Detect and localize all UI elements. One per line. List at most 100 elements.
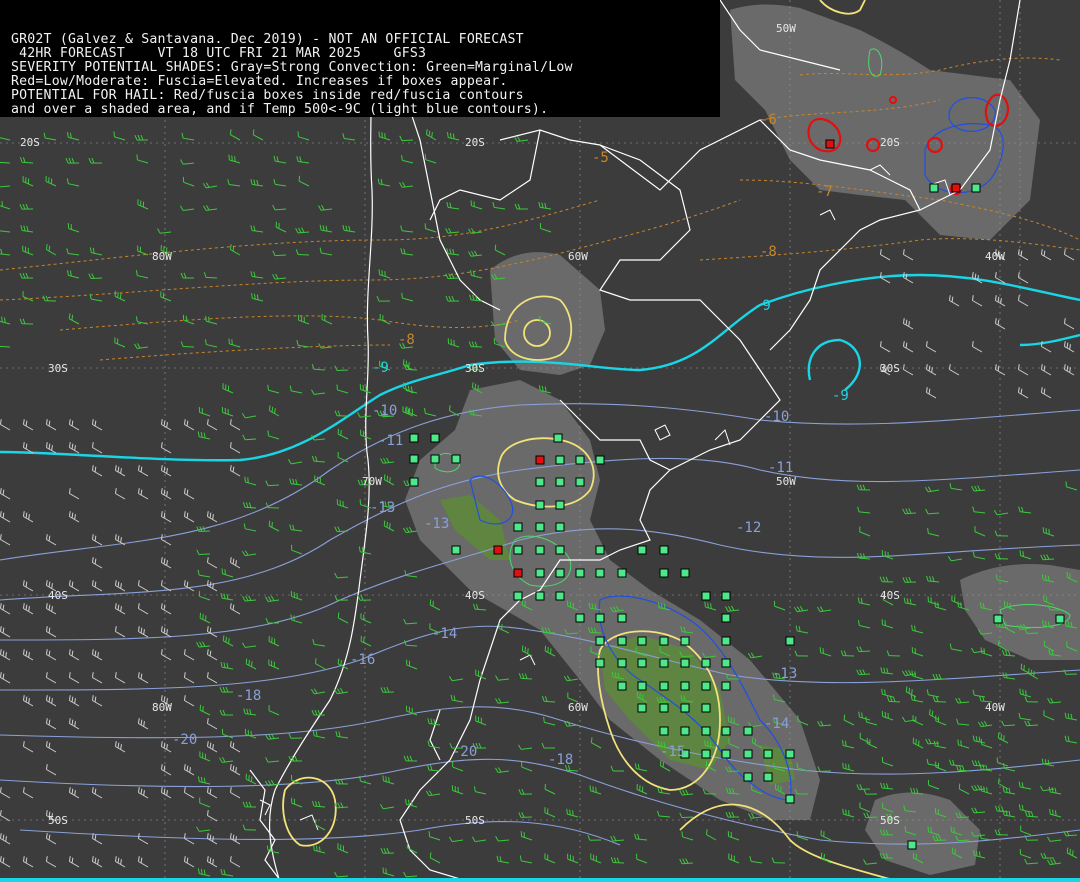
isotherm-label: -14 (764, 716, 789, 732)
severity-box-green (553, 433, 563, 443)
wind-barb (948, 364, 960, 376)
wind-barb (45, 244, 57, 256)
severity-box-green (680, 658, 690, 668)
wind-barb (519, 855, 533, 864)
wind-barb (183, 419, 195, 431)
wind-barb (183, 856, 195, 868)
wind-barb (473, 786, 487, 795)
severity-box-green (575, 613, 585, 623)
wind-barb (228, 338, 241, 348)
wind-barb (206, 511, 218, 523)
wind-barb (0, 787, 11, 799)
wind-barb (135, 270, 149, 279)
wind-barb (311, 800, 326, 808)
wind-barb (452, 761, 464, 772)
wind-barb (334, 802, 349, 809)
wind-barb (137, 199, 149, 210)
wind-barb (979, 833, 993, 841)
severity-box-green (659, 658, 669, 668)
wind-barb (1063, 364, 1075, 376)
header-hail-note: POTENTIAL FOR HAIL: Red/fuscia boxes ins… (11, 88, 524, 103)
wind-barb (382, 775, 395, 785)
wind-barb (114, 672, 126, 684)
wind-barb (289, 478, 303, 486)
wind-barb (45, 442, 57, 454)
wind-barb (949, 759, 963, 767)
wind-barb (880, 667, 894, 675)
severity-box-green (785, 794, 795, 804)
wind-barb (219, 686, 234, 693)
wind-barb (468, 228, 483, 234)
wind-barb (771, 857, 786, 864)
severity-box-green (535, 500, 545, 510)
wind-barb (137, 465, 149, 477)
wind-barb (634, 833, 648, 841)
wind-barb (137, 787, 149, 799)
wind-barb (272, 273, 287, 280)
isotherm-label: -18 (236, 688, 261, 704)
grid-label: 30S (48, 362, 68, 375)
wind-barb (971, 784, 986, 791)
wind-barb (266, 845, 280, 854)
wind-barb (1064, 735, 1078, 744)
isotherm-label: -8 (760, 244, 777, 260)
wind-barb (180, 272, 195, 279)
wind-barb (1017, 272, 1029, 284)
wind-barb (157, 228, 172, 234)
wind-barb (886, 650, 901, 657)
severity-box-green (637, 681, 647, 691)
wind-barb (360, 635, 372, 647)
wind-barb (403, 639, 418, 647)
wind-barb (1040, 364, 1052, 376)
wind-barb (197, 431, 211, 440)
severity-box-green (659, 545, 669, 555)
wind-barb (311, 455, 326, 463)
wind-barb (288, 733, 303, 739)
wind-barb (67, 223, 80, 233)
severity-box-green (409, 454, 419, 464)
wind-barb (334, 526, 349, 533)
wind-barb (199, 751, 211, 762)
wind-barb (843, 714, 855, 726)
wind-barb (0, 672, 11, 684)
wind-barb (796, 831, 809, 841)
wind-barb (244, 476, 257, 486)
wind-barb (206, 810, 218, 822)
grid-label: 50W (776, 475, 796, 488)
wind-barb (994, 295, 1006, 307)
wind-barb (295, 249, 310, 256)
severity-box-green (701, 658, 711, 668)
grid-label: 30S (880, 362, 900, 375)
wind-barb (196, 826, 211, 832)
severity-box-green (680, 726, 690, 736)
wind-barb (857, 506, 871, 514)
severity-box-green (743, 772, 753, 782)
wind-barb (137, 672, 149, 684)
grid-label: 20S (20, 136, 40, 149)
wind-barb (334, 572, 349, 579)
wind-barb (66, 178, 80, 187)
isotherm-label: -16 (350, 652, 375, 668)
severity-box-green (535, 568, 545, 578)
severity-box-green (680, 568, 690, 578)
wind-barb (380, 847, 395, 854)
wind-barb (949, 643, 963, 652)
wind-barb (450, 694, 464, 703)
wind-barb (947, 556, 963, 562)
wind-barb (1019, 688, 1032, 698)
wind-barb (219, 757, 234, 763)
wind-barb (816, 606, 832, 613)
wind-barb (88, 273, 103, 280)
wind-barb (881, 688, 894, 698)
wind-barb (1017, 387, 1029, 399)
wind-barb (958, 783, 970, 795)
wind-barb (927, 779, 940, 790)
wind-barb (221, 568, 234, 578)
wind-barb (494, 244, 506, 256)
wind-barb (856, 552, 871, 560)
wind-barb (22, 176, 34, 187)
wind-barb (265, 480, 280, 487)
wind-barb (955, 697, 970, 704)
wind-barb (935, 761, 947, 772)
wind-barb (312, 730, 326, 739)
